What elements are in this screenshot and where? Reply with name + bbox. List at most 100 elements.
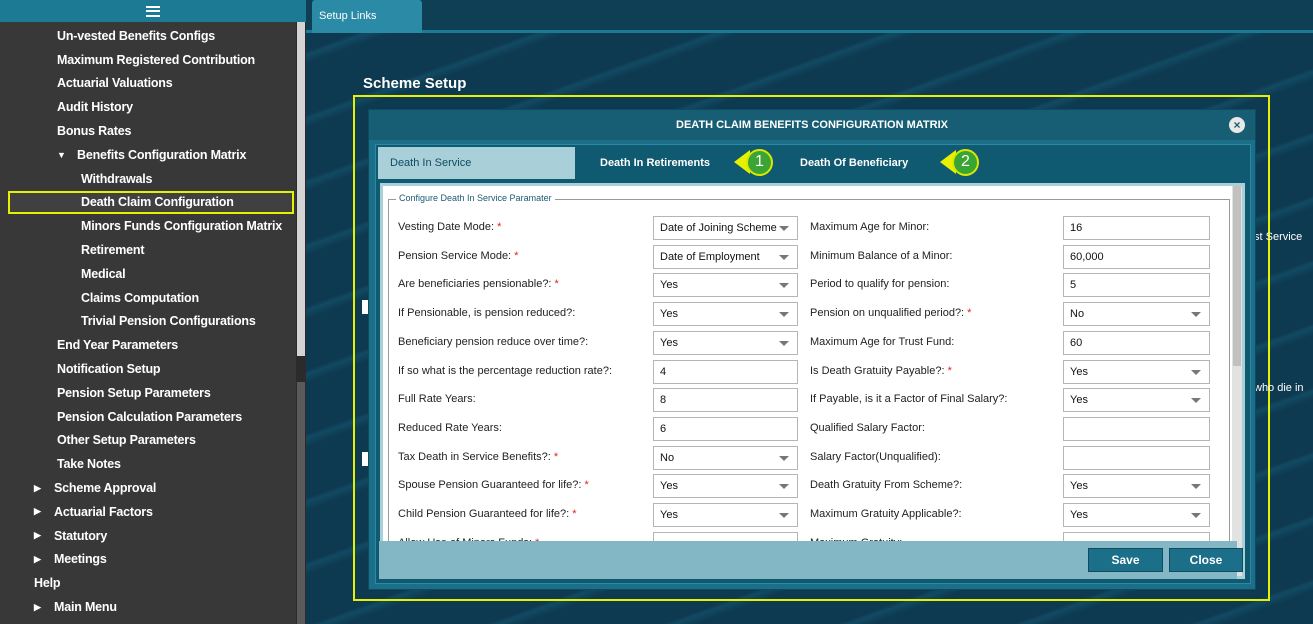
required-marker: *: [569, 508, 577, 520]
sidebar-item-label: Claims Computation: [81, 290, 199, 305]
sidebar-item-label: Other Setup Parameters: [57, 433, 196, 448]
field-label-text: If Pensionable, is pension reduced?:: [398, 307, 576, 320]
sidebar-item[interactable]: Minors Funds Configuration Matrix: [0, 214, 294, 238]
required-marker: *: [964, 307, 972, 320]
sidebar-item[interactable]: Retirement: [0, 238, 294, 262]
chevron-down-icon[interactable]: [1191, 312, 1201, 318]
sidebar-item-label: Minors Funds Configuration Matrix: [81, 219, 283, 234]
chevron-down-icon[interactable]: [779, 254, 789, 260]
select-field[interactable]: No: [653, 445, 798, 470]
sidebar-item[interactable]: Claims Computation: [0, 286, 294, 310]
save-button[interactable]: Save: [1088, 548, 1163, 572]
sidebar-scrollbar[interactable]: [296, 22, 306, 624]
select-field[interactable]: Yes: [1063, 388, 1210, 413]
field-value: No: [660, 451, 675, 464]
sidebar-item[interactable]: Pension Calculation Parameters: [0, 405, 294, 429]
sidebar-item[interactable]: ▶ Main Menu: [0, 595, 294, 619]
sidebar-item[interactable]: Take Notes: [0, 452, 294, 476]
sidebar-item[interactable]: Medical: [0, 262, 294, 286]
text-field[interactable]: 4: [653, 359, 798, 384]
field-label-text: Tax Death in Service Benefits?:: [398, 450, 551, 463]
text-field[interactable]: [1063, 445, 1210, 470]
field-label: Pension on unqualified period?: *: [810, 307, 971, 319]
select-field[interactable]: Yes: [653, 302, 798, 327]
chevron-down-icon[interactable]: [1191, 484, 1201, 490]
select-field[interactable]: Yes: [653, 503, 798, 527]
sidebar-item[interactable]: ▶ Actuarial Factors: [0, 500, 294, 524]
field-label-text: Child Pension Guaranteed for life?:: [398, 508, 570, 520]
sidebar-item[interactable]: ▶ Statutory: [0, 524, 294, 548]
chevron-down-icon[interactable]: [779, 455, 789, 461]
sidebar-item[interactable]: Help: [0, 571, 294, 595]
sidebar-item[interactable]: Death Claim Configuration: [8, 190, 294, 215]
sidebar-item[interactable]: End Year Parameters: [0, 333, 294, 357]
chevron-down-icon[interactable]: [779, 312, 789, 318]
text-field[interactable]: 8: [653, 388, 798, 413]
chevron-down-icon[interactable]: [779, 283, 789, 289]
sidebar-scroll-thumb[interactable]: [297, 22, 305, 356]
chevron-down-icon[interactable]: [779, 513, 789, 518]
text-field[interactable]: [1063, 416, 1210, 441]
sidebar-item[interactable]: Notification Setup: [0, 357, 294, 381]
text-field[interactable]: 6: [653, 416, 798, 441]
hamburger-icon[interactable]: [146, 5, 160, 17]
close-icon[interactable]: ×: [1229, 117, 1245, 133]
tab-death-in-service[interactable]: Death In Service: [378, 147, 575, 179]
tab-setup-links[interactable]: Setup Links: [312, 0, 422, 33]
sidebar-item-label: Actuarial Factors: [54, 504, 153, 519]
chevron-down-icon[interactable]: [779, 340, 789, 346]
caret-right-icon[interactable]: ▶: [34, 602, 46, 613]
sidebar-toggle[interactable]: [0, 0, 306, 22]
sidebar-item[interactable]: Bonus Rates: [0, 119, 294, 143]
select-field[interactable]: Date of Joining Scheme: [653, 216, 798, 240]
select-field[interactable]: Yes: [1063, 359, 1210, 384]
field-value: Yes: [1070, 365, 1088, 378]
content-scrollbar[interactable]: [1232, 186, 1242, 576]
text-field[interactable]: 5: [1063, 273, 1210, 298]
caret-right-icon[interactable]: ▶: [34, 483, 46, 494]
sidebar-item[interactable]: ▶ Meetings: [0, 548, 294, 572]
field-value: Yes: [660, 336, 678, 349]
select-field[interactable]: Yes: [1063, 503, 1210, 527]
sidebar-item[interactable]: Maximum Registered Contribution: [0, 48, 294, 72]
text-field[interactable]: 60,000: [1063, 244, 1210, 269]
select-field[interactable]: Yes: [653, 474, 798, 499]
select-field[interactable]: No: [1063, 302, 1210, 327]
tab-death-of-beneficiary[interactable]: Death Of Beneficiary: [788, 147, 938, 179]
caret-right-icon[interactable]: ▶: [34, 506, 46, 517]
close-button[interactable]: Close: [1169, 548, 1243, 572]
sidebar-item[interactable]: Trivial Pension Configurations: [0, 310, 294, 334]
field-label-text: Are beneficiaries pensionable?:: [398, 278, 552, 291]
sidebar-item-label: Statutory: [54, 528, 108, 543]
select-field[interactable]: Date of Employment: [653, 244, 798, 269]
field-label-text: Is Death Gratuity Payable?:: [810, 364, 945, 377]
chevron-down-icon[interactable]: [1191, 369, 1201, 375]
tab-death-in-retirements[interactable]: Death In Retirements: [588, 147, 738, 179]
chevron-down-icon[interactable]: [1191, 398, 1201, 404]
caret-right-icon[interactable]: ▶: [34, 554, 46, 565]
sidebar-item[interactable]: Audit History: [0, 95, 294, 119]
chevron-down-icon[interactable]: [1191, 513, 1201, 518]
content-scroll-thumb[interactable]: [1233, 186, 1241, 366]
required-marker: *: [511, 249, 519, 262]
caret-down-icon[interactable]: ▼: [57, 150, 69, 160]
select-field[interactable]: Yes: [1063, 474, 1210, 499]
field-label: Maximum Age for Minor:: [810, 221, 929, 233]
select-field[interactable]: Yes: [653, 330, 798, 355]
sidebar-item[interactable]: ▼ Benefits Configuration Matrix: [0, 143, 294, 167]
sidebar-item[interactable]: Un-vested Benefits Configs: [0, 24, 294, 48]
sidebar-item[interactable]: Actuarial Valuations: [0, 72, 294, 96]
select-field[interactable]: Yes: [653, 273, 798, 298]
sidebar-item[interactable]: Other Setup Parameters: [0, 429, 294, 453]
text-field[interactable]: 16: [1063, 216, 1210, 240]
sidebar-item[interactable]: Withdrawals: [0, 167, 294, 191]
callout-1: 1: [734, 147, 773, 177]
required-marker: *: [551, 278, 559, 291]
caret-right-icon[interactable]: ▶: [34, 530, 46, 541]
sidebar-item[interactable]: Pension Setup Parameters: [0, 381, 294, 405]
sidebar-item[interactable]: ▶ Scheme Approval: [0, 476, 294, 500]
sidebar-nav: Un-vested Benefits Configs Maximum Regist…: [0, 24, 294, 619]
chevron-down-icon[interactable]: [779, 226, 789, 231]
text-field[interactable]: 60: [1063, 330, 1210, 355]
chevron-down-icon[interactable]: [779, 484, 789, 490]
